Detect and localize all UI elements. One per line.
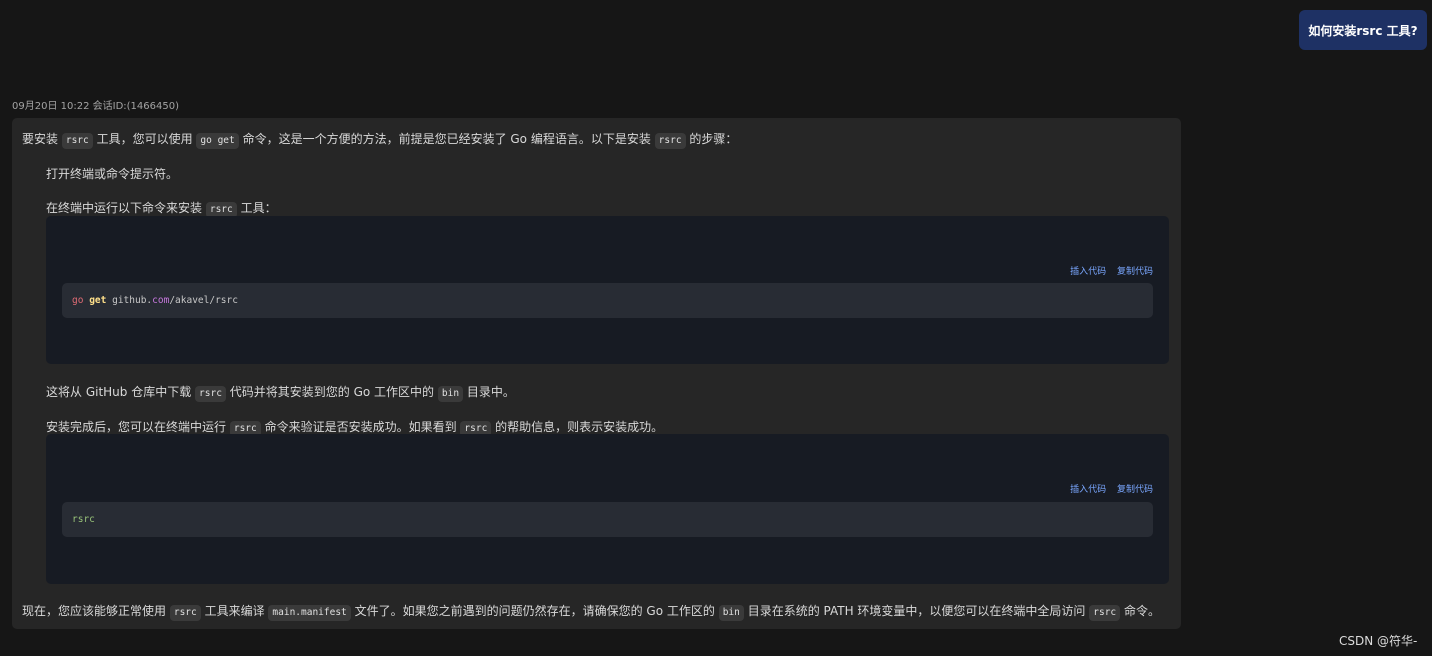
intro-line: 要安装 rsrc 工具，您可以使用 go get 命令，这是一个方便的方法，前提… [22, 130, 737, 149]
para4-text-b: 命令来验证是否安装成功。如果看到 [264, 420, 457, 434]
insert-code-button[interactable]: 插入代码 [1070, 485, 1106, 495]
code-token: go [72, 295, 84, 306]
final-text-b: 工具来编译 [204, 604, 265, 618]
copy-code-button[interactable]: 复制代码 [1117, 267, 1153, 277]
code-token: get [89, 295, 107, 306]
inline-code: rsrc [61, 133, 93, 149]
step2-text-b: 工具： [240, 201, 277, 215]
intro-text-d: 的步骤： [689, 132, 738, 146]
message-meta: 09月20日 10:22 会话ID:(1466450) [12, 101, 179, 112]
para4-text-c: 的帮助信息，则表示安装成功。 [495, 420, 664, 434]
code-token: rsrc [72, 514, 95, 525]
final-paragraph: 现在，您应该能够正常使用 rsrc 工具来编译 main.manifest 文件… [22, 602, 1160, 621]
step2-text-a: 在终端中运行以下命令来安装 [46, 201, 203, 215]
inline-code: rsrc [1089, 605, 1121, 621]
intro-text-a: 要安装 [22, 132, 59, 146]
inline-code: rsrc [169, 605, 201, 621]
para4-text-a: 安装完成后，您可以在终端中运行 [46, 420, 227, 434]
insert-code-button[interactable]: 插入代码 [1070, 267, 1106, 277]
inline-code: main.manifest [268, 605, 351, 621]
user-message-text: 如何安装rsrc 工具? [1308, 23, 1418, 38]
final-text-d: 目录在系统的 PATH 环境变量中，以便您可以在终端中全局访问 [747, 604, 1086, 618]
final-text-c: 文件了。如果您之前遇到的问题仍然存在，请确保您的 Go 工作区的 [354, 604, 715, 618]
assistant-answer-panel: 要安装 rsrc 工具，您可以使用 go get 命令，这是一个方便的方法，前提… [12, 118, 1181, 629]
inline-code: go get [196, 133, 239, 149]
csdn-watermark: CSDN @符华- [1339, 634, 1418, 648]
step-1: 打开终端或命令提示符。 [46, 167, 179, 181]
para3-text-c: 目录中。 [466, 385, 515, 399]
code-block-1: 插入代码 复制代码 go get github. com/akavel/rsrc [46, 216, 1169, 364]
inline-code: rsrc [195, 386, 226, 402]
inline-code: bin [437, 386, 464, 402]
copy-code-button[interactable]: 复制代码 [1117, 485, 1153, 495]
paragraph-3: 这将从 GitHub 仓库中下载 rsrc 代码并将其安装到您的 Go 工作区中… [46, 383, 515, 402]
inline-code: bin [718, 605, 744, 621]
inline-code: rsrc [654, 133, 686, 149]
code-actions: 插入代码 复制代码 [1062, 264, 1153, 277]
para3-text-a: 这将从 GitHub 仓库中下载 [46, 385, 192, 399]
final-text-a: 现在，您应该能够正常使用 [22, 604, 167, 618]
code-block-2: 插入代码 复制代码 rsrc [46, 434, 1169, 584]
final-text-e: 命令。 [1123, 604, 1160, 618]
intro-text-c: 命令，这是一个方便的方法，前提是您已经安装了 Go 编程语言。以下是安装 [242, 132, 651, 146]
code-actions: 插入代码 复制代码 [1062, 482, 1153, 495]
intro-text-b: 工具，您可以使用 [96, 132, 193, 146]
para3-text-b: 代码并将其安装到您的 Go 工作区中的 [229, 385, 435, 399]
code-token: github. [112, 295, 153, 306]
code-token: /akavel/rsrc [169, 295, 238, 306]
code-token: com [152, 295, 170, 306]
code-content: go get github. com/akavel/rsrc [62, 283, 1153, 318]
user-message-bubble: 如何安装rsrc 工具? [1299, 10, 1427, 50]
code-content: rsrc [62, 502, 1153, 537]
